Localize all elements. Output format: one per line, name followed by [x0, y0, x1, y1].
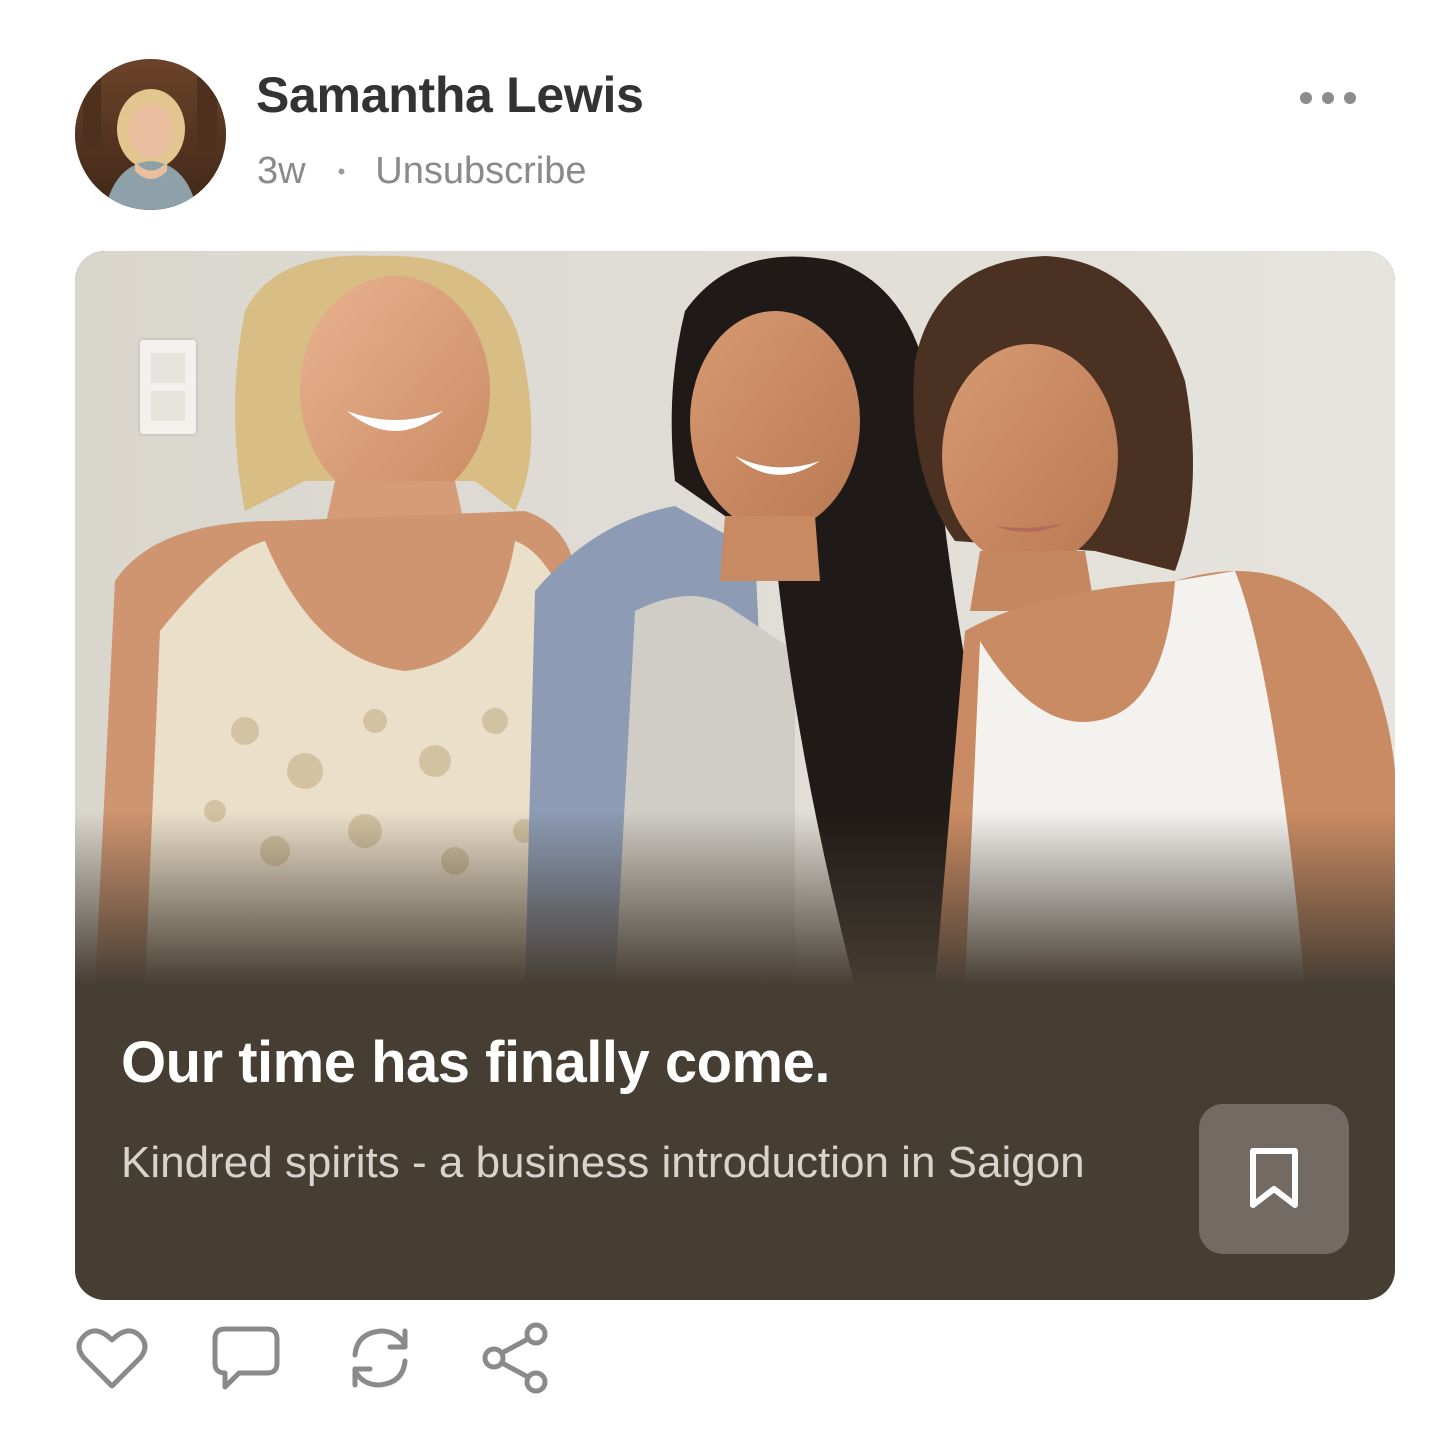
post-card[interactable]: Our time has finally come. Kindred spiri… [75, 251, 1395, 1300]
author-name[interactable]: Samantha Lewis [256, 66, 644, 124]
post-meta: 3w • Unsubscribe [257, 150, 587, 193]
post-title: Our time has finally come. [121, 1030, 831, 1095]
comment-icon [212, 1326, 280, 1390]
restack-button[interactable] [340, 1318, 420, 1398]
bookmark-button[interactable] [1199, 1104, 1349, 1254]
post-subtitle: Kindred spirits - a business introductio… [121, 1138, 1085, 1187]
more-options-button[interactable] [1292, 80, 1364, 116]
heart-icon [76, 1328, 148, 1389]
author-avatar[interactable] [75, 59, 226, 210]
restack-icon [352, 1328, 408, 1388]
share-icon [482, 1322, 548, 1394]
meta-separator: • [337, 158, 346, 184]
post-cover-photo [75, 251, 1395, 986]
share-button[interactable] [476, 1318, 556, 1398]
bookmark-icon [1250, 1148, 1298, 1208]
unsubscribe-link[interactable]: Unsubscribe [375, 150, 586, 193]
post-age: 3w [257, 150, 306, 192]
like-button[interactable] [72, 1318, 152, 1398]
avatar-photo-icon [75, 59, 226, 210]
more-horizontal-icon [1300, 92, 1356, 104]
comment-button[interactable] [206, 1318, 286, 1398]
